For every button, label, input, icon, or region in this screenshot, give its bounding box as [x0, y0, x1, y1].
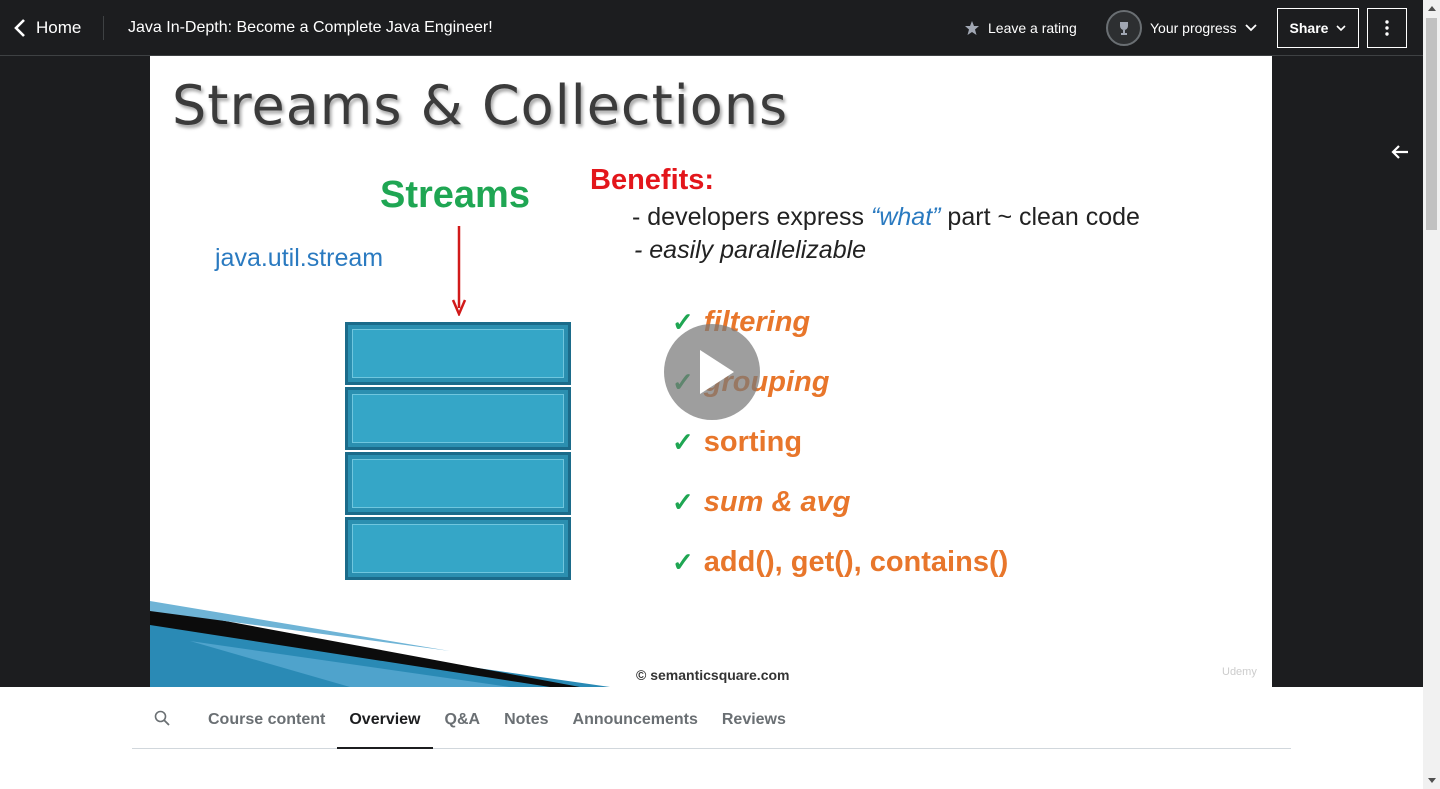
course-tabs: Course content Overview Q&A Notes Announ… [132, 687, 1291, 749]
copyright-watermark: © semanticsquare.com [636, 667, 790, 683]
checkmark-icon: ✓ [672, 546, 694, 577]
benefit-line-1: - developers express “what” part ~ clean… [632, 203, 1140, 232]
benefits-heading: Benefits: [590, 164, 715, 196]
tab-notes[interactable]: Notes [492, 687, 560, 749]
top-bar: Home Java In-Depth: Become a Complete Ja… [0, 0, 1423, 56]
header-divider [103, 16, 104, 40]
chevron-left-icon [14, 19, 25, 37]
more-options-button[interactable] [1367, 8, 1407, 48]
tab-course-content[interactable]: Course content [196, 687, 337, 749]
chevron-down-icon [1245, 24, 1257, 32]
check-text: add(), get(), contains() [703, 545, 1009, 578]
trophy-icon [1106, 10, 1142, 46]
down-arrow-icon [451, 226, 467, 316]
home-label: Home [36, 18, 82, 37]
package-label: java.util.stream [215, 244, 384, 272]
search-tab[interactable] [132, 710, 196, 726]
tab-overview[interactable]: Overview [337, 687, 433, 749]
progress-dropdown[interactable]: Your progress [1106, 0, 1257, 56]
home-link[interactable]: Home [14, 0, 81, 56]
check-item: ✓ add(), get(), contains() [672, 532, 1008, 592]
checkmark-icon: ✓ [672, 426, 694, 457]
kebab-menu-icon [1385, 20, 1389, 36]
checkmark-icon: ✓ [672, 486, 694, 517]
benefit-line-1-suffix: part ~ clean code [940, 203, 1140, 231]
course-title[interactable]: Java In-Depth: Become a Complete Java En… [128, 0, 493, 56]
stack-block [345, 387, 571, 450]
share-button[interactable]: Share [1277, 8, 1359, 48]
stack-block [345, 517, 571, 580]
benefit-line-2: - easily parallelizable [634, 236, 867, 264]
chevron-down-icon [1336, 24, 1347, 31]
benefit-line-1-prefix: - developers express [632, 203, 872, 231]
leave-rating-button[interactable]: Leave a rating [964, 0, 1077, 56]
stack-block [345, 322, 571, 385]
check-item: ✓ sum & avg [672, 472, 1008, 532]
check-text: sorting [703, 425, 803, 458]
stack-block [345, 452, 571, 515]
progress-label: Your progress [1150, 20, 1237, 36]
arrow-left-icon[interactable] [1388, 142, 1412, 167]
slide-title: Streams & Collections [172, 74, 789, 137]
play-icon [700, 350, 734, 394]
check-text: sum & avg [703, 485, 851, 518]
search-icon [154, 710, 170, 726]
tab-reviews[interactable]: Reviews [710, 687, 798, 749]
share-label: Share [1289, 20, 1329, 36]
scroll-down-icon[interactable] [1423, 772, 1440, 789]
page-scrollbar[interactable] [1423, 0, 1440, 789]
scrollbar-thumb[interactable] [1426, 18, 1437, 230]
play-button[interactable] [664, 324, 760, 420]
slide-decoration [150, 601, 610, 687]
tab-qa[interactable]: Q&A [433, 687, 493, 749]
scroll-up-icon[interactable] [1423, 0, 1440, 17]
streams-label: Streams [380, 174, 530, 216]
stream-stack-diagram [345, 322, 571, 582]
udemy-watermark: Udemy [1222, 666, 1257, 678]
rating-label: Leave a rating [988, 20, 1077, 36]
tab-announcements[interactable]: Announcements [561, 687, 710, 749]
benefit-what: “what” [871, 203, 941, 231]
star-icon [965, 21, 979, 35]
check-item: ✓ sorting [672, 412, 1008, 472]
